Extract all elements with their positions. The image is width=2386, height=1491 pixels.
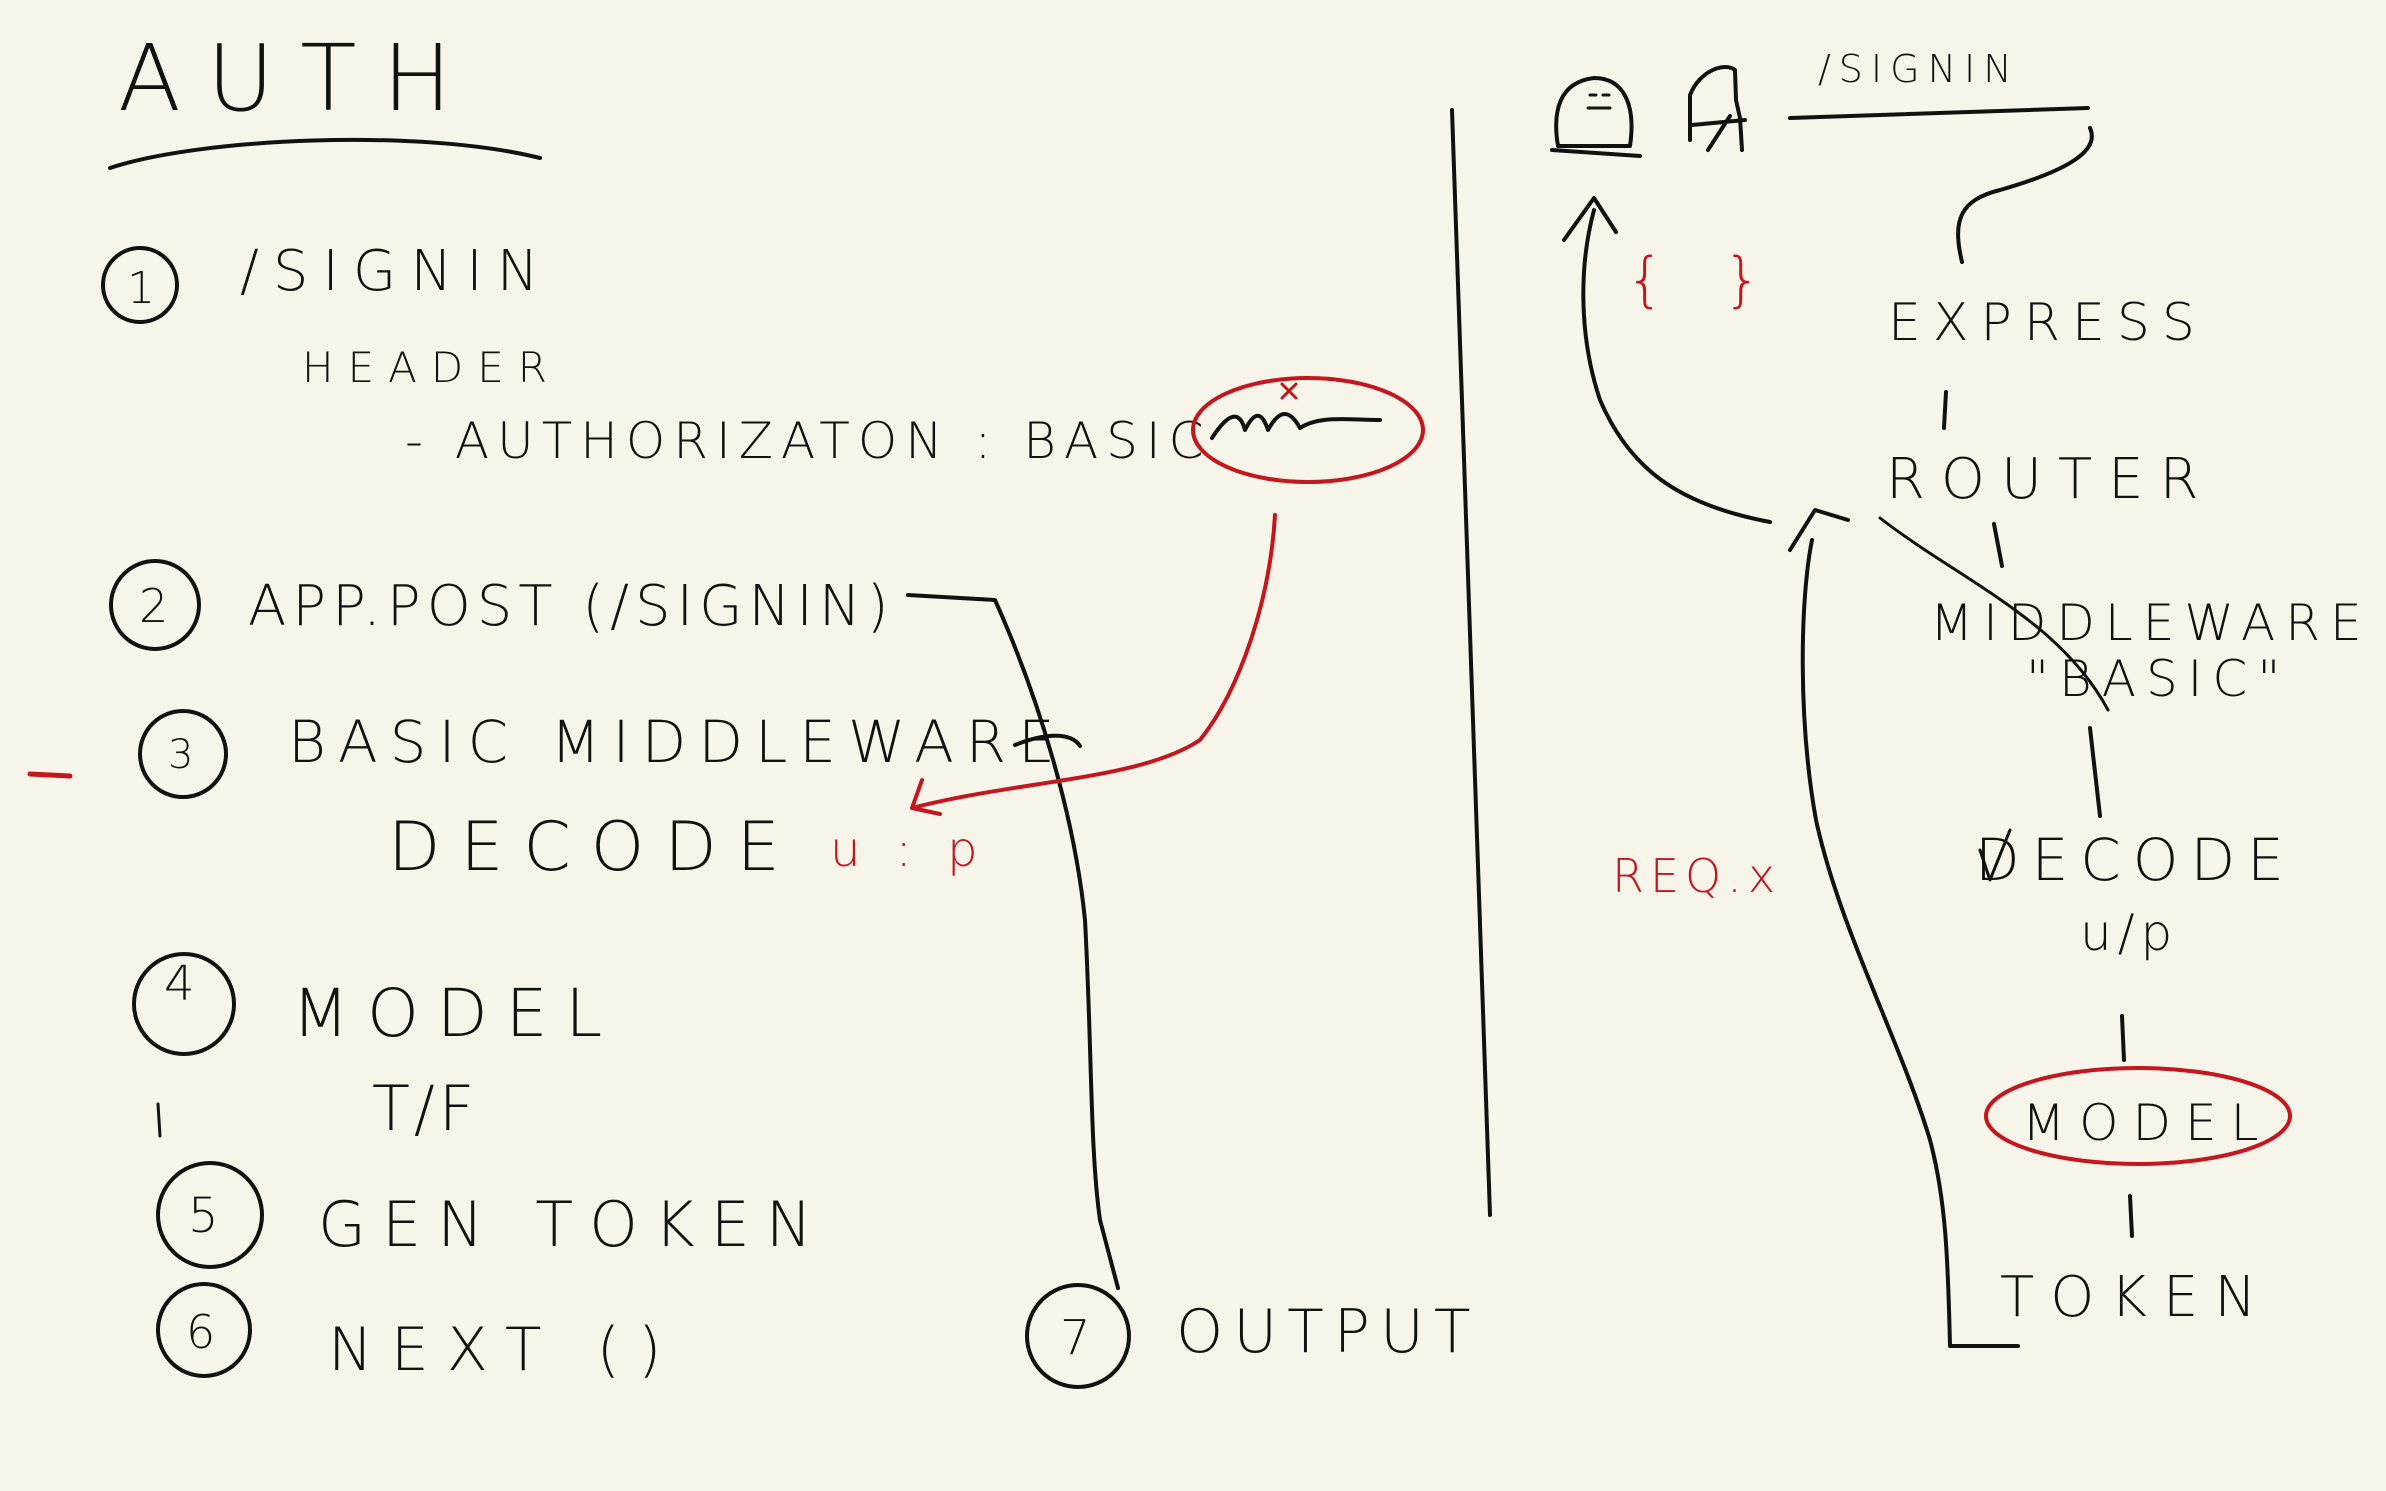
authorization-line: - AUTHORIZATON : BASIC (405, 412, 1212, 470)
step-3-label: BASIC MIDDLEWARE (288, 708, 1067, 776)
flow-req: REQ.x (1612, 849, 1781, 903)
flow-middleware: MIDDLEWARE (1930, 594, 2372, 652)
step-5-label: GEN TOKEN (318, 1188, 828, 1261)
step-1-number: 1 (127, 263, 169, 314)
chair-icon (1688, 65, 1747, 152)
user-icon (1550, 76, 1642, 158)
step-4-number: 4 (164, 956, 209, 1012)
post-to-output-line (906, 593, 1120, 1290)
decode-label: DECODE (388, 808, 800, 887)
express-router-link (1942, 390, 1948, 430)
step-4-label: MODEL (292, 975, 620, 1052)
flow-decode-sub: u/p (2080, 904, 2178, 962)
column-divider (1450, 108, 1492, 1217)
whiteboard: AUTH 1 /SIGNIN HEADER - AUTHORIZATON : B… (0, 0, 2386, 1491)
decode-model-link (2120, 1014, 2126, 1062)
flow-express: EXPRESS (1888, 293, 2207, 353)
tick-mark (156, 1102, 162, 1138)
flow-braces: { } (1626, 245, 1781, 315)
step-6-number: 6 (186, 1305, 229, 1359)
sketch-canvas: AUTH 1 /SIGNIN HEADER - AUTHORIZATON : B… (27, 25, 2372, 1389)
step-2-label: APP.POST (/SIGNIN) (248, 574, 895, 639)
decode-up-red: u : p (830, 822, 988, 878)
credentials-mark (1280, 382, 1298, 400)
step-1-label: /SIGNIN (240, 239, 553, 304)
page-title: AUTH (118, 25, 478, 132)
router-middleware-link (1992, 522, 2004, 568)
current-step-marker (27, 771, 73, 779)
model-result: T/F (372, 1072, 478, 1145)
signin-underline (1788, 106, 2090, 120)
flow-basic: "BASIC" (2026, 650, 2290, 708)
flow-router: ROUTER (1886, 447, 2214, 512)
middleware-decode-link (2088, 726, 2102, 818)
header-label: HEADER (302, 343, 561, 392)
step-2-number: 2 (139, 579, 182, 633)
signin-to-express (1956, 126, 2094, 264)
flow-token: TOKEN (2000, 1265, 2272, 1330)
credentials-circle (1191, 376, 1425, 484)
step-7-number: 7 (1060, 1310, 1105, 1366)
step-3-number: 3 (168, 732, 207, 778)
title-underline (108, 137, 542, 170)
flow-signin: /SIGNIN (1818, 47, 2020, 91)
credentials-scribble (1210, 412, 1382, 440)
flow-decode: DECODE (1975, 826, 2296, 894)
step-6-label: NEXT () (328, 1315, 679, 1385)
model-token-link (2128, 1194, 2134, 1238)
step-7-label: OUTPUT (1176, 1297, 1481, 1367)
flow-model: MODEL (2022, 1094, 2272, 1152)
step-5-number: 5 (188, 1188, 233, 1244)
